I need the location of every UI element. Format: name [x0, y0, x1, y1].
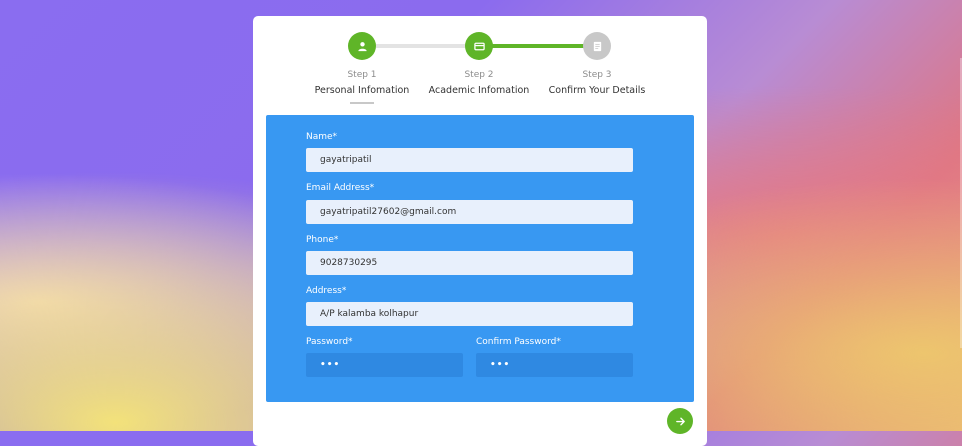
- step-3[interactable]: Step 3 Confirm Your Details: [527, 32, 667, 96]
- stepper: Step 1 Personal Infomation Step 2 Academ…: [253, 16, 707, 106]
- confirm-password-label: Confirm Password*: [476, 337, 561, 347]
- card-icon: [473, 42, 485, 50]
- user-icon: [357, 41, 367, 51]
- personal-info-form: Name* gayatripatil Email Address* gayatr…: [266, 115, 694, 402]
- step-3-title: Confirm Your Details: [548, 85, 646, 96]
- next-button[interactable]: [667, 408, 693, 434]
- step-2-circle: [465, 32, 493, 60]
- phone-label: Phone*: [306, 235, 339, 245]
- registration-card: Step 1 Personal Infomation Step 2 Academ…: [253, 16, 707, 446]
- address-label: Address*: [306, 286, 347, 296]
- address-input[interactable]: A/P kalamba kolhapur: [306, 302, 633, 326]
- step-1-circle: [348, 32, 376, 60]
- password-input[interactable]: •••: [306, 353, 463, 377]
- arrow-right-icon: [675, 417, 685, 425]
- step-3-circle: [583, 32, 611, 60]
- email-input[interactable]: gayatripatil27602@gmail.com: [306, 200, 633, 224]
- active-step-underline: [350, 102, 374, 104]
- step-3-number: Step 3: [582, 70, 612, 80]
- name-input[interactable]: gayatripatil: [306, 148, 633, 172]
- phone-input[interactable]: 9028730295: [306, 251, 633, 275]
- name-label: Name*: [306, 132, 338, 142]
- password-label: Password*: [306, 337, 353, 347]
- confirm-password-input[interactable]: •••: [476, 353, 633, 377]
- document-icon: [593, 41, 601, 51]
- email-label: Email Address*: [306, 183, 375, 193]
